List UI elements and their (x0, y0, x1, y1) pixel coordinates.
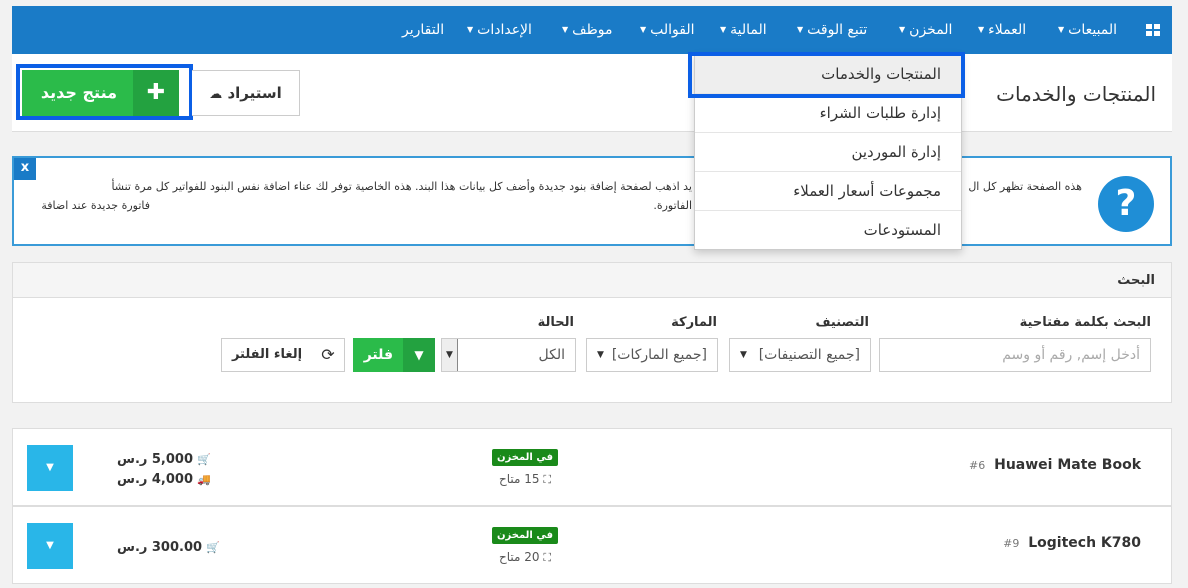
search-panel: البحث البحث بكلمة مفتاحية أدخل إسم, رقم … (12, 262, 1172, 403)
sell-price: 🛒300.00 ر.س (117, 540, 220, 555)
menu-item-warehouses[interactable]: المستودعات (695, 211, 961, 250)
page-title: المنتجات والخدمات (996, 82, 1156, 106)
nav-item-sales[interactable]: ▼ المبيعات (1058, 6, 1117, 54)
boxes-icon: ⛶ (543, 551, 552, 564)
cart-icon: 🛒 (197, 453, 211, 466)
sell-price: 🛒5,000 ر.س (117, 452, 211, 467)
apps-grid-icon[interactable] (1146, 24, 1160, 36)
chevron-down-icon: ▼ (46, 540, 54, 551)
chevron-down-icon: ▼ (978, 25, 985, 34)
status-badge: في المخزن (492, 449, 558, 466)
search-panel-header: البحث (13, 263, 1171, 298)
chevron-down-icon: ▼ (1058, 25, 1065, 34)
menu-item-highlight (688, 52, 965, 98)
plus-icon: ✚ (133, 70, 179, 116)
keyword-search-input[interactable]: أدخل إسم, رقم أو وسم (879, 338, 1151, 372)
status-select[interactable]: الكل ▼ (441, 338, 576, 372)
chevron-down-icon: ▼ (562, 25, 569, 34)
cart-icon: 🛒 (206, 541, 220, 554)
product-name[interactable]: #9 Logitech K780 (1003, 535, 1141, 551)
chevron-down-icon: ▼ (442, 339, 458, 371)
cancel-filter-button[interactable]: إلغاء الفلتر (221, 338, 312, 372)
stock-count: ⛶ 15 متاح (499, 472, 552, 486)
chevron-down-icon: ▼ (740, 350, 747, 360)
top-navbar: ▼ المبيعات ▼ العملاء ▼ المخزن ▼ تتبع الوقت ▼… (12, 6, 1172, 54)
status-label: الحالة (537, 315, 574, 330)
nav-item-time-tracking[interactable]: ▼ تتبع الوقت (797, 6, 867, 54)
cloud-upload-icon: ☁ (209, 87, 223, 102)
product-name[interactable]: #6 Huawei Mate Book (969, 457, 1141, 473)
buy-price: 🚚4,000 ر.س (117, 472, 211, 487)
new-product-button[interactable]: ✚ منتج جديد (22, 70, 179, 116)
chevron-down-icon: ▼ (46, 462, 54, 473)
truck-icon: 🚚 (197, 473, 211, 486)
status-badge: في المخزن (492, 527, 558, 544)
info-box: x ? هذه الصفحة تظهر كل ال يد اذهب لصفحة … (12, 156, 1172, 246)
chevron-down-icon: ▼ (597, 350, 604, 360)
chevron-down-icon: ▼ (467, 25, 474, 34)
chevron-down-icon: ▼ (899, 25, 906, 34)
chevron-down-icon: ▼ (720, 25, 727, 34)
info-text-line2-left: الفاتورة. (653, 199, 692, 212)
category-label: التصنيف (815, 315, 869, 330)
nav-item-clients[interactable]: ▼ العملاء (978, 6, 1026, 54)
menu-item-price-groups[interactable]: مجموعات أسعار العملاء (695, 172, 961, 211)
funnel-icon: ▼ (403, 338, 435, 372)
row-actions-button[interactable]: ▼ (27, 523, 73, 569)
filter-button[interactable]: ▼ فلتر (353, 338, 435, 372)
close-icon[interactable]: x (14, 158, 36, 180)
info-text-line1-right: هذه الصفحة تظهر كل ال (968, 180, 1082, 193)
question-icon: ? (1098, 176, 1154, 232)
search-title: البحث (1117, 273, 1155, 288)
product-row[interactable]: #9 Logitech K780 في المخزن ⛶ 20 متاح 🛒30… (12, 506, 1172, 584)
brand-label: الماركة (671, 315, 717, 330)
page-header: المنتجات والخدمات ✚ منتج جديد ☁ استيراد (12, 54, 1172, 132)
nav-item-finance[interactable]: ▼ المالية (720, 6, 767, 54)
nav-item-templates[interactable]: ▼ القوالب (640, 6, 695, 54)
import-button[interactable]: ☁ استيراد (192, 70, 300, 116)
product-row[interactable]: #6 Huawei Mate Book في المخزن ⛶ 15 متاح … (12, 428, 1172, 506)
category-select[interactable]: [جميع التصنيفات] ▼ (729, 338, 871, 372)
keyword-label: البحث بكلمة مفتاحية (1019, 315, 1151, 330)
info-text-line2-right: فاتورة جديدة عند اضافة (41, 199, 150, 212)
row-actions-button[interactable]: ▼ (27, 445, 73, 491)
chevron-down-icon: ▼ (797, 25, 804, 34)
nav-item-reports[interactable]: التقارير (402, 6, 444, 54)
boxes-icon: ⛶ (543, 473, 552, 486)
info-text-line1-left: يد اذهب لصفحة إضافة بنود جديدة وأضف كل ب… (111, 180, 692, 193)
chevron-down-icon: ▼ (640, 25, 647, 34)
refresh-icon[interactable]: ⟳ (311, 338, 345, 372)
brand-select[interactable]: [جميع الماركات] ▼ (586, 338, 718, 372)
stock-count: ⛶ 20 متاح (499, 550, 552, 564)
menu-item-suppliers[interactable]: إدارة الموردين (695, 133, 961, 172)
nav-item-inventory[interactable]: ▼ المخزن (899, 6, 952, 54)
menu-item-purchase-orders[interactable]: إدارة طلبات الشراء (695, 94, 961, 133)
nav-item-employee[interactable]: ▼ موظف (562, 6, 613, 54)
nav-item-settings[interactable]: ▼ الإعدادات (467, 6, 532, 54)
